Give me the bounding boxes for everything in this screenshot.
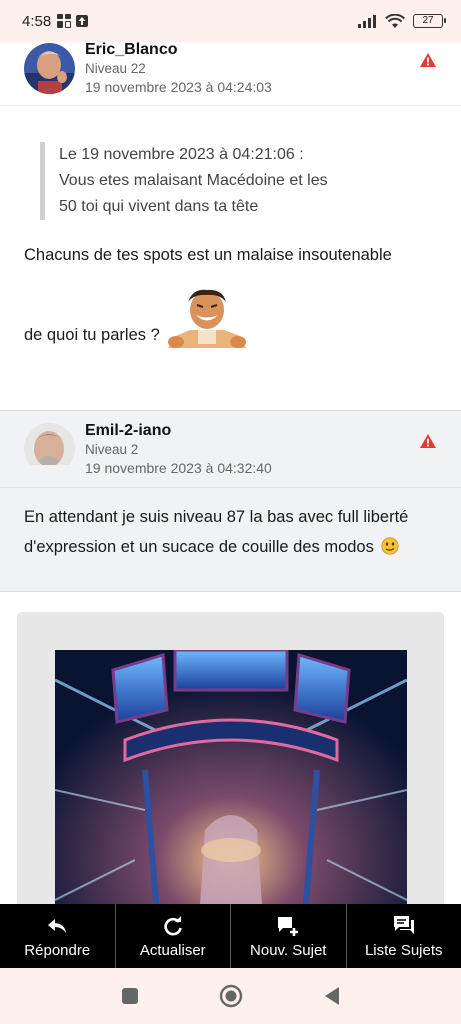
signal-icon — [358, 15, 376, 28]
forum-list-icon — [393, 915, 414, 934]
post-header: Eric_Blanco Niveau 22 19 novembre 2023 à… — [0, 42, 461, 106]
home-icon[interactable] — [219, 984, 243, 1008]
recent-apps-icon[interactable] — [121, 987, 139, 1005]
author-block: Eric_Blanco Niveau 22 19 novembre 2023 à… — [85, 42, 272, 94]
post-image-card — [17, 612, 444, 904]
author-name[interactable]: Emil-2-iano — [85, 423, 272, 439]
message-text: Chacuns de tes spots est un malaise inso… — [24, 246, 392, 264]
post-emil-2-iano: Emil-2-iano Niveau 2 19 novembre 2023 à … — [0, 410, 461, 592]
post-header: Emil-2-iano Niveau 2 19 novembre 2023 à … — [0, 411, 461, 488]
refresh-button[interactable]: Actualiser — [116, 904, 231, 968]
author-name[interactable]: Eric_Blanco — [85, 42, 272, 58]
post-date: 19 novembre 2023 à 04:32:40 — [85, 459, 272, 476]
topic-content[interactable]: Eric_Blanco Niveau 22 19 novembre 2023 à… — [0, 42, 461, 904]
post-body: En attendant je suis niveau 87 la bas av… — [0, 488, 461, 562]
reply-icon — [48, 918, 67, 933]
reply-label: Répondre — [24, 941, 91, 959]
message-text: En attendant je suis niveau 87 la bas av… — [24, 508, 409, 556]
new-message-icon — [278, 916, 299, 936]
upload-icon — [76, 15, 89, 27]
author-level: Niveau 2 — [85, 442, 139, 457]
post-body: Le 19 novembre 2023 à 04:21:06 : Vous et… — [0, 142, 461, 349]
report-warning-icon[interactable] — [419, 52, 437, 68]
system-navigation-bar — [0, 968, 461, 1024]
arena-stage-image[interactable] — [55, 650, 407, 904]
author-block: Emil-2-iano Niveau 2 19 novembre 2023 à … — [85, 423, 272, 475]
battery-icon: 27 — [413, 14, 446, 28]
back-icon[interactable] — [323, 986, 341, 1006]
bottom-action-bar: Répondre Actualiser Nouv. Sujet Liste Su… — [0, 904, 461, 968]
message-text: de quoi tu parles ? — [24, 326, 160, 344]
refresh-label: Actualiser — [139, 941, 206, 959]
status-bar: 4:58 27 — [0, 0, 461, 42]
post-date: 19 novembre 2023 à 04:24:03 — [85, 78, 272, 95]
smirk-emoji-icon — [381, 537, 400, 555]
quote-line: 50 toi qui vivent dans ta tête — [59, 198, 259, 215]
avatar[interactable] — [24, 423, 75, 474]
author-level: Niveau 22 — [85, 61, 146, 76]
status-right-icons: 27 — [357, 13, 446, 29]
wifi-icon — [385, 13, 405, 28]
status-notification-icons — [57, 14, 89, 28]
reply-button[interactable]: Répondre — [0, 904, 116, 968]
laughing-sticker-image[interactable] — [167, 288, 246, 349]
new-topic-label: Nouv. Sujet — [250, 941, 327, 959]
new-topic-button[interactable]: Nouv. Sujet — [231, 904, 347, 968]
report-warning-icon[interactable] — [419, 433, 437, 449]
quote-header: Le 19 novembre 2023 à 04:21:06 : — [59, 146, 304, 163]
quote-line: Vous etes malaisant Macédoine et les — [59, 172, 328, 189]
topic-list-button[interactable]: Liste Sujets — [347, 904, 461, 968]
message-line-with-sticker: de quoi tu parles ? — [24, 288, 437, 349]
avatar[interactable] — [24, 43, 75, 94]
refresh-icon — [164, 915, 182, 935]
apps-grid-icon — [57, 14, 72, 28]
quote-block: Le 19 novembre 2023 à 04:21:06 : Vous et… — [40, 142, 437, 220]
post-eric-blanco: Eric_Blanco Niveau 22 19 novembre 2023 à… — [0, 42, 461, 392]
status-time: 4:58 — [22, 12, 52, 30]
topic-list-label: Liste Sujets — [364, 941, 443, 959]
